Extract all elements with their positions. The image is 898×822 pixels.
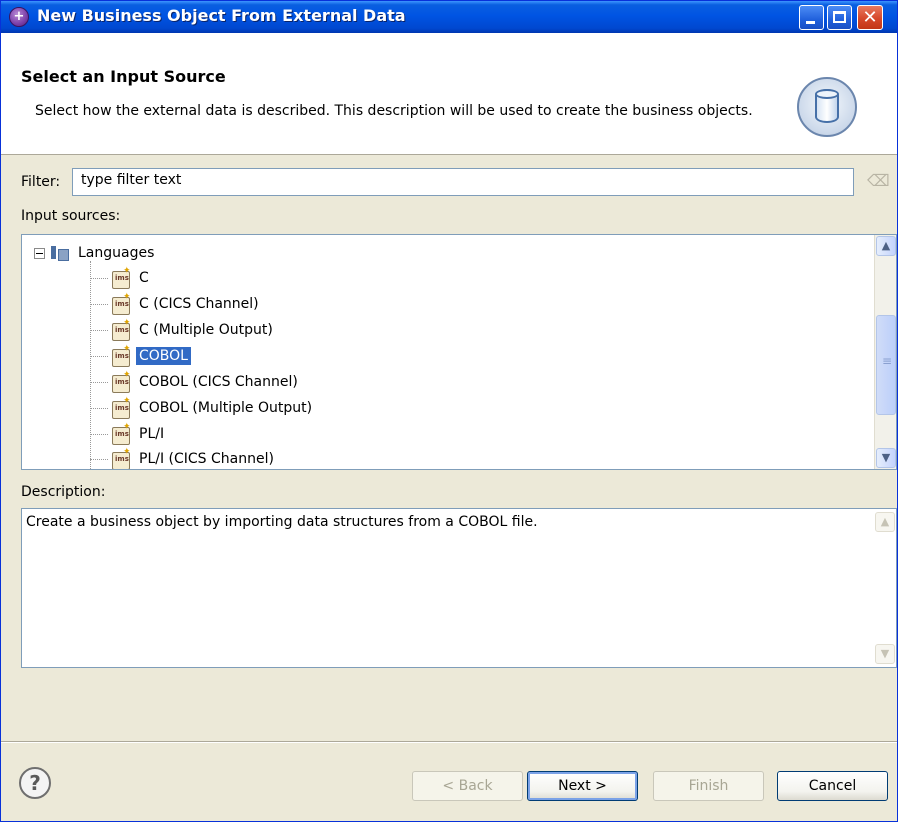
description-scrollbar: ▲ ▼ (874, 509, 896, 667)
ims-icon: ims ✦ (110, 267, 132, 289)
tree-connector (90, 329, 108, 331)
tree-item-label: PL/I (139, 426, 165, 442)
scroll-thumb[interactable] (876, 315, 896, 415)
page-description: Select how the external data is describe… (35, 103, 753, 119)
description-text: Create a business object by importing da… (26, 514, 538, 530)
next-button[interactable]: Next > (527, 771, 638, 801)
tree-item-c-cics-channel[interactable]: ims ✦ C (CICS Channel) (90, 293, 262, 315)
tree-root-languages[interactable]: Languages (34, 243, 157, 263)
scroll-down-button: ▼ (875, 644, 895, 664)
scroll-up-button: ▲ (875, 512, 895, 532)
ims-icon: ims ✦ (110, 448, 132, 469)
tree-connector (90, 355, 108, 357)
database-cylinder-icon (797, 77, 857, 137)
maximize-icon (833, 11, 846, 23)
tree-connector (90, 303, 108, 305)
minimize-button[interactable] (799, 5, 824, 30)
window-title: New Business Object From External Data (37, 6, 406, 25)
tree-item-label: C (139, 270, 149, 286)
collapse-icon[interactable] (34, 247, 45, 259)
ims-icon: ims ✦ (110, 345, 132, 367)
close-button[interactable]: ✕ (857, 5, 883, 30)
input-sources-tree[interactable]: Languages ims ✦ C ims ✦ C (CICS Channel) i… (21, 234, 897, 470)
ims-icon: ims ✦ (110, 423, 132, 445)
description-box: Create a business object by importing da… (21, 508, 897, 668)
tree-item-label: COBOL (Multiple Output) (139, 400, 313, 416)
tree-root-label: Languages (78, 245, 155, 261)
back-button[interactable]: < Back (412, 771, 523, 801)
ims-icon: ims ✦ (110, 371, 132, 393)
dialog-window: + New Business Object From External Data… (0, 0, 898, 822)
tree-item-label: COBOL (CICS Channel) (139, 374, 298, 390)
ims-icon: ims ✦ (110, 293, 132, 315)
chevron-up-icon: ▲ (881, 239, 891, 252)
tree-item-cobol-cics-channel[interactable]: ims ✦ COBOL (CICS Channel) (90, 371, 301, 393)
cylinder-top (815, 89, 839, 99)
description-label: Description: (21, 484, 106, 500)
tree-connector (90, 277, 108, 279)
footer-separator (1, 741, 897, 743)
chevron-up-icon: ▲ (880, 515, 890, 528)
tree-item-label: C (Multiple Output) (139, 322, 273, 338)
filter-input[interactable]: type filter text (72, 168, 854, 196)
ims-icon: ims ✦ (110, 397, 132, 419)
tree-item-c[interactable]: ims ✦ C (90, 267, 152, 289)
tree-item-label: PL/I (CICS Channel) (139, 451, 274, 467)
chevron-down-icon: ▼ (880, 647, 890, 660)
maximize-button[interactable] (827, 5, 852, 30)
languages-folder-icon (49, 245, 69, 261)
app-icon: + (9, 7, 29, 27)
ims-icon: ims ✦ (110, 319, 132, 341)
tree-item-cobol-multiple-output[interactable]: ims ✦ COBOL (Multiple Output) (90, 397, 315, 419)
minimize-icon (806, 21, 815, 24)
close-icon: ✕ (862, 7, 878, 28)
input-sources-label: Input sources: (21, 208, 121, 224)
scroll-down-button[interactable]: ▼ (876, 448, 896, 468)
tree-item-pli-cics-channel[interactable]: ims ✦ PL/I (CICS Channel) (90, 448, 277, 469)
tree-item-c-multiple-output[interactable]: ims ✦ C (Multiple Output) (90, 319, 276, 341)
scroll-up-button[interactable]: ▲ (876, 236, 896, 256)
tree-connector (90, 433, 108, 435)
tree-connector (90, 407, 108, 409)
tree-item-label: C (CICS Channel) (139, 296, 259, 312)
wizard-banner: Select an Input Source Select how the ex… (1, 33, 897, 155)
tree-item-pli[interactable]: ims ✦ PL/I (90, 423, 167, 445)
filter-label: Filter: (21, 174, 61, 190)
tree-connector (90, 381, 108, 383)
cancel-button[interactable]: Cancel (777, 771, 888, 801)
tree-connector (90, 458, 108, 460)
tree-vertical-scrollbar[interactable]: ▲ ▼ (874, 235, 896, 469)
tree-item-cobol[interactable]: ims ✦ COBOL (90, 345, 191, 367)
page-title: Select an Input Source (21, 67, 226, 86)
help-icon[interactable]: ? (19, 767, 51, 799)
title-bar[interactable]: + New Business Object From External Data… (1, 1, 897, 33)
clear-filter-icon[interactable]: ⌫ (867, 172, 890, 190)
tree-item-label: COBOL (136, 347, 191, 365)
finish-button[interactable]: Finish (653, 771, 764, 801)
chevron-down-icon: ▼ (881, 451, 891, 464)
